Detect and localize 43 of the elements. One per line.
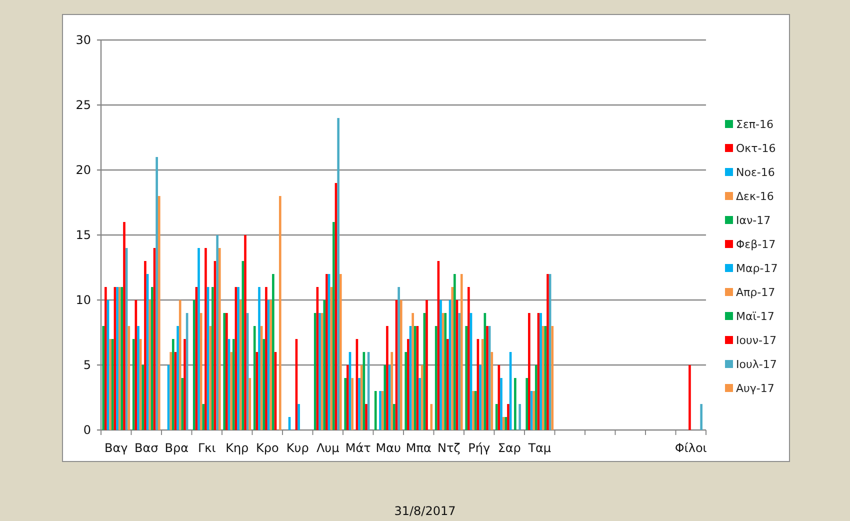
axis-label: Σαρ (498, 441, 521, 455)
legend-label: Φεβ-17 (736, 238, 776, 250)
legend-label: Οκτ-16 (736, 142, 776, 154)
legend-label: Νοε-16 (736, 166, 775, 178)
axis-label: 25 (76, 98, 91, 112)
legend-label: Μαρ-17 (736, 262, 778, 274)
axis-label: Φίλοι (674, 441, 707, 455)
bar (688, 365, 691, 430)
axis-label: Μάτ (345, 441, 371, 455)
legend-label: Ιουν-17 (736, 334, 776, 346)
axis-label: Βρα (164, 441, 188, 455)
axis-label: Ρήγ (468, 441, 490, 455)
axis-label: Κηρ (226, 441, 249, 455)
axis-label: Μπα (406, 441, 432, 455)
bar (430, 404, 433, 430)
legend-label: Αυγ-17 (736, 382, 774, 394)
axis-label: 30 (76, 33, 91, 47)
axis-label: Κρο (256, 441, 279, 455)
axis-label: Βασ (134, 441, 158, 455)
legend-label: Μαϊ-17 (736, 310, 774, 322)
axis-label: Ταμ (528, 441, 552, 455)
legend-label: Απρ-17 (736, 286, 776, 298)
bar (288, 417, 291, 430)
axis-label: Λυμ (316, 441, 340, 455)
axis-label: 15 (76, 228, 91, 242)
axis-label: Κυρ (286, 441, 309, 455)
axis-label: 10 (76, 293, 91, 307)
bar (518, 404, 521, 430)
axis-label: Μαυ (376, 441, 401, 455)
date-label: 31/8/2017 (394, 504, 456, 518)
axis-label: Βαγ (104, 441, 128, 455)
legend-label: Σεπ-16 (736, 118, 774, 130)
legend-label: Ιουλ-17 (736, 358, 777, 370)
axis-label: 0 (83, 423, 91, 437)
legend-label: Δεκ-16 (736, 190, 774, 202)
bar (700, 404, 702, 430)
axis-label: 20 (76, 163, 91, 177)
legend-label: Ιαν-17 (736, 214, 771, 226)
axis-label: 5 (83, 358, 91, 372)
bar (514, 378, 516, 430)
axis-label: Ντζ (438, 441, 460, 455)
axis-label: Γκι (198, 441, 216, 455)
bar (374, 391, 377, 430)
